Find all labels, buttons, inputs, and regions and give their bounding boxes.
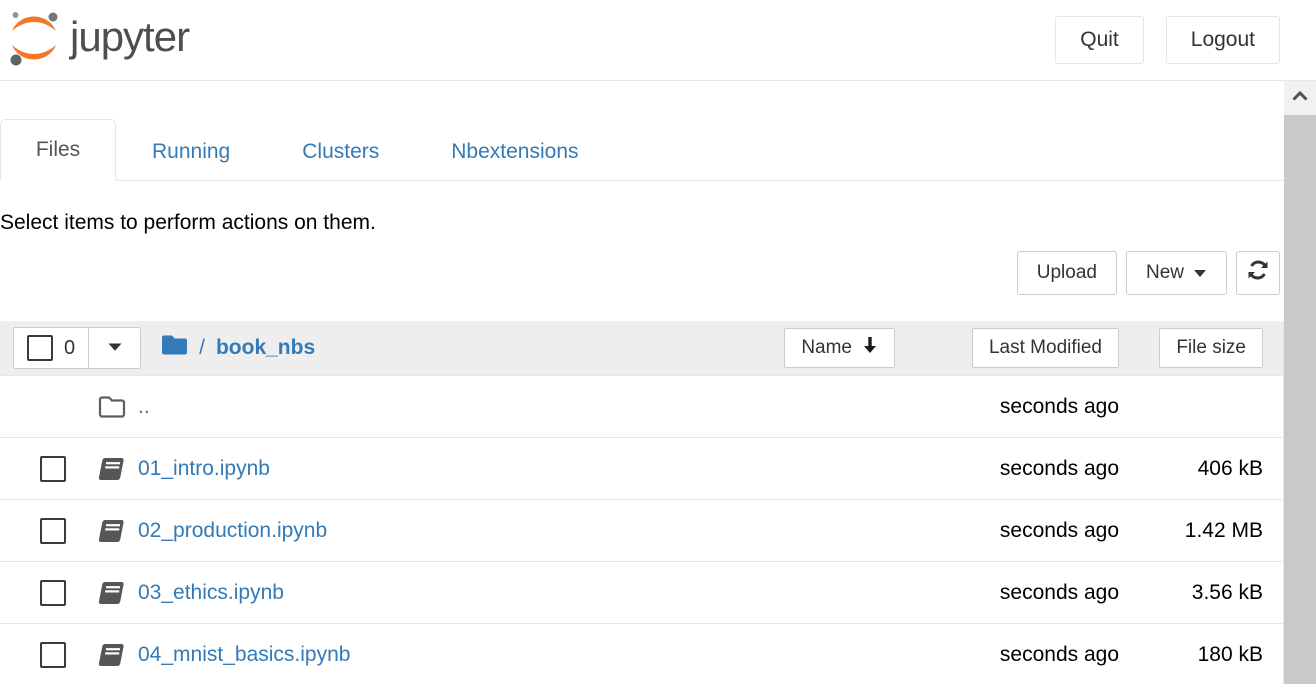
jupyter-logo-icon — [8, 9, 60, 72]
sort-name-button[interactable]: Name — [784, 328, 895, 368]
file-link[interactable]: 03_ethics.ipynb — [138, 581, 284, 605]
modified-cell: seconds ago — [919, 395, 1119, 419]
sort-last-modified-button[interactable]: Last Modified — [972, 328, 1119, 368]
table-row: 03_ethics.ipynb seconds ago 3.56 kB — [0, 561, 1283, 623]
sort-name-label: Name — [801, 337, 852, 359]
table-row: 04_mnist_basics.ipynb seconds ago 180 kB — [0, 623, 1283, 684]
select-all-segment[interactable]: 0 — [13, 327, 89, 369]
caret-down-icon — [107, 339, 123, 357]
action-toolbar: Upload New — [0, 251, 1284, 295]
tab-clusters[interactable]: Clusters — [266, 124, 415, 180]
logout-button[interactable]: Logout — [1166, 16, 1280, 64]
upload-button-label: Upload — [1037, 262, 1097, 284]
refresh-button[interactable] — [1236, 251, 1280, 295]
modified-cell: seconds ago — [919, 581, 1119, 605]
breadcrumb: / book_nbs — [161, 334, 315, 362]
modified-cell: seconds ago — [919, 519, 1119, 543]
tab-files[interactable]: Files — [0, 119, 116, 181]
table-row: 02_production.ipynb seconds ago 1.42 MB — [0, 499, 1283, 561]
jupyter-logo[interactable]: jupyter — [8, 9, 189, 72]
vertical-scrollbar[interactable] — [1284, 81, 1316, 684]
select-dropdown-segment[interactable] — [89, 327, 141, 369]
table-row-parent: .. seconds ago — [0, 375, 1283, 437]
new-dropdown-button[interactable]: New — [1126, 251, 1227, 295]
notebook-book-icon — [98, 519, 126, 543]
breadcrumb-root-link[interactable]: / — [199, 336, 205, 360]
quit-button[interactable]: Quit — [1055, 16, 1144, 64]
table-row: 01_intro.ipynb seconds ago 406 kB — [0, 437, 1283, 499]
upload-button[interactable]: Upload — [1017, 251, 1117, 295]
notebook-book-icon — [98, 457, 126, 481]
refresh-icon — [1247, 259, 1269, 287]
size-cell: 1.42 MB — [1119, 519, 1263, 543]
app-header: jupyter Quit Logout — [0, 0, 1316, 81]
folder-icon[interactable] — [161, 334, 188, 362]
modified-cell: seconds ago — [919, 643, 1119, 667]
tab-nbextensions[interactable]: Nbextensions — [415, 124, 614, 180]
row-checkbox[interactable] — [40, 642, 66, 668]
notebook-book-icon — [98, 643, 126, 667]
select-items-notice: Select items to perform actions on them. — [0, 211, 1284, 235]
breadcrumb-current-folder: book_nbs — [216, 336, 315, 360]
select-all-checkbox[interactable] — [27, 335, 53, 361]
chevron-up-icon — [1291, 89, 1309, 107]
parent-folder-link[interactable]: .. — [138, 395, 150, 419]
file-list: 0 / book_nbs — [0, 321, 1284, 684]
size-cell: 3.56 kB — [1119, 581, 1263, 605]
scrollbar-up-button[interactable] — [1284, 81, 1316, 115]
logo-text: jupyter — [70, 13, 189, 67]
select-button-group: 0 — [13, 327, 141, 369]
file-link[interactable]: 04_mnist_basics.ipynb — [138, 643, 350, 667]
scrollbar-thumb[interactable] — [1284, 115, 1316, 684]
row-checkbox[interactable] — [40, 518, 66, 544]
folder-outline-icon — [98, 395, 126, 419]
caret-down-icon — [1193, 262, 1207, 284]
sort-file-size-button[interactable]: File size — [1159, 328, 1263, 368]
tab-bar: Files Running Clusters Nbextensions — [0, 119, 1284, 181]
size-cell: 406 kB — [1119, 457, 1263, 481]
list-header-row: 0 / book_nbs — [0, 321, 1283, 375]
row-checkbox[interactable] — [40, 580, 66, 606]
file-link[interactable]: 02_production.ipynb — [138, 519, 327, 543]
size-cell: 180 kB — [1119, 643, 1263, 667]
modified-cell: seconds ago — [919, 457, 1119, 481]
new-button-label: New — [1146, 262, 1184, 284]
file-link[interactable]: 01_intro.ipynb — [138, 457, 270, 481]
selected-count: 0 — [64, 337, 75, 360]
arrow-down-icon — [862, 336, 878, 360]
row-checkbox[interactable] — [40, 456, 66, 482]
notebook-book-icon — [98, 581, 126, 605]
tab-running[interactable]: Running — [116, 124, 266, 180]
